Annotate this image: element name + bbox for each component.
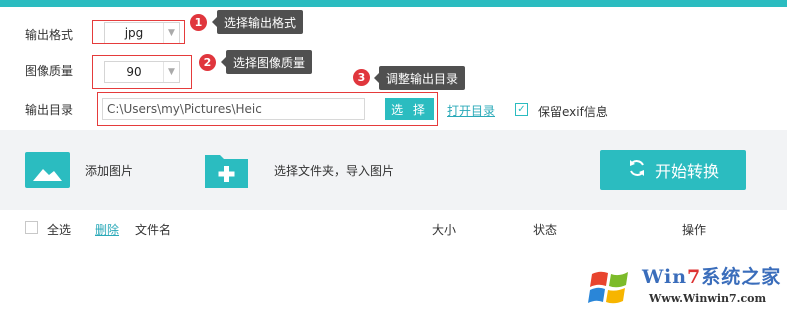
column-status: 状态: [533, 223, 558, 237]
open-dir-link[interactable]: 打开目录: [447, 102, 495, 119]
annotation-badge-3: 3: [353, 69, 370, 86]
annotation-tip-1: 选择输出格式: [211, 10, 304, 34]
top-accent-bar: [0, 0, 787, 7]
windows-logo-icon: [586, 264, 636, 310]
annotation-box-dir: [97, 92, 438, 126]
column-size: 大小: [432, 223, 457, 237]
refresh-icon: [627, 158, 647, 182]
add-folder-label[interactable]: 选择文件夹，导入图片: [274, 162, 394, 179]
start-convert-button[interactable]: 开始转换: [600, 150, 746, 190]
dir-label: 输出目录: [25, 103, 74, 117]
watermark-brand-seven: 7: [687, 266, 702, 288]
folder-add-icon[interactable]: [204, 151, 249, 188]
watermark-url: Www.Winwin7.com: [649, 292, 767, 305]
quality-label: 图像质量: [25, 64, 74, 78]
annotation-box-quality: [92, 55, 192, 89]
start-convert-label: 开始转换: [654, 162, 719, 181]
column-filename: 文件名: [135, 223, 172, 237]
delete-link[interactable]: 删除: [95, 221, 119, 238]
add-image-label[interactable]: 添加图片: [85, 162, 133, 179]
annotation-box-format: [92, 20, 185, 44]
column-actions: 操作: [682, 223, 707, 237]
exif-checkbox[interactable]: ✓: [515, 103, 528, 116]
annotation-badge-1: 1: [190, 14, 207, 31]
watermark-brand-suffix: 系统之家: [701, 266, 782, 288]
annotation-tip-2: 选择图像质量: [220, 50, 313, 74]
select-all-checkbox[interactable]: [25, 221, 38, 234]
watermark-brand: Win7系统之家: [642, 262, 781, 289]
annotation-badge-2: 2: [199, 54, 216, 71]
select-all-label[interactable]: 全选: [47, 221, 71, 238]
image-icon[interactable]: [25, 152, 70, 188]
format-label: 输出格式: [25, 28, 74, 42]
watermark-brand-prefix: Win: [642, 266, 688, 288]
exif-label: 保留exif信息: [538, 105, 608, 119]
annotation-tip-3: 调整输出目录: [373, 66, 466, 90]
